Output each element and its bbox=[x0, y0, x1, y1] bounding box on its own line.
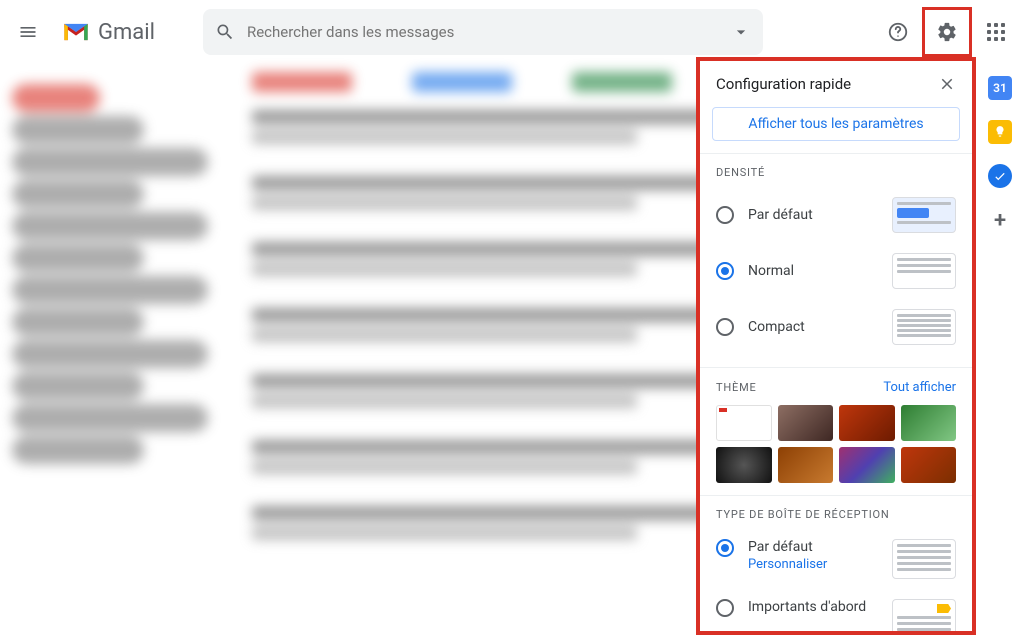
search-input[interactable] bbox=[247, 23, 719, 41]
menu-button[interactable] bbox=[8, 12, 48, 52]
inbox-option-default[interactable]: Par défaut Personnaliser bbox=[716, 529, 956, 589]
density-label-default: Par défaut bbox=[748, 207, 878, 223]
gmail-m-icon bbox=[62, 21, 90, 43]
theme-thumb-t7[interactable] bbox=[839, 447, 895, 483]
theme-section: THÈME Tout afficher bbox=[700, 367, 972, 495]
density-label: DENSITÉ bbox=[716, 166, 956, 179]
calendar-button[interactable]: 31 bbox=[988, 76, 1012, 100]
close-button[interactable] bbox=[938, 75, 956, 93]
density-option-default[interactable]: Par défaut bbox=[716, 187, 956, 243]
inbox-preview-important bbox=[892, 599, 956, 631]
density-label-compact: Compact bbox=[748, 319, 878, 335]
menu-icon bbox=[18, 22, 38, 42]
quick-settings-panel: Configuration rapide Afficher tous les p… bbox=[700, 61, 972, 631]
close-icon bbox=[938, 75, 956, 93]
all-settings-button[interactable]: Afficher tous les paramètres bbox=[712, 107, 960, 141]
inbox-label-default: Par défaut bbox=[748, 539, 878, 555]
quick-settings-highlight: Configuration rapide Afficher tous les p… bbox=[696, 57, 976, 635]
radio-inbox-default[interactable] bbox=[716, 539, 734, 557]
help-button[interactable] bbox=[878, 12, 918, 52]
inbox-customize-link[interactable]: Personnaliser bbox=[748, 557, 878, 572]
theme-thumb-t6[interactable] bbox=[778, 447, 834, 483]
inbox-label-important: Importants d'abord bbox=[748, 599, 878, 615]
radio-default[interactable] bbox=[716, 206, 734, 224]
theme-thumb-t2[interactable] bbox=[778, 405, 834, 441]
gear-icon bbox=[936, 21, 958, 43]
density-preview-compact bbox=[892, 309, 956, 345]
density-preview-normal bbox=[892, 253, 956, 289]
search-bar[interactable] bbox=[203, 9, 763, 55]
theme-view-all[interactable]: Tout afficher bbox=[883, 380, 956, 395]
gmail-logo[interactable]: Gmail bbox=[62, 20, 155, 45]
settings-highlight bbox=[922, 7, 972, 57]
radio-normal[interactable] bbox=[716, 262, 734, 280]
density-option-normal[interactable]: Normal bbox=[716, 243, 956, 299]
inbox-type-label: TYPE DE BOÎTE DE RÉCEPTION bbox=[716, 508, 956, 521]
addons-button[interactable]: + bbox=[988, 208, 1012, 232]
inbox-option-important[interactable]: Importants d'abord bbox=[716, 589, 956, 631]
right-sidebar: 31 + bbox=[976, 64, 1024, 638]
radio-inbox-important[interactable] bbox=[716, 599, 734, 617]
panel-title: Configuration rapide bbox=[716, 75, 851, 93]
theme-thumb-t5[interactable] bbox=[716, 447, 772, 483]
header: Gmail bbox=[0, 0, 1024, 64]
search-icon bbox=[215, 22, 235, 42]
theme-thumb-t3[interactable] bbox=[839, 405, 895, 441]
tasks-icon bbox=[993, 169, 1007, 183]
header-actions bbox=[878, 7, 1016, 57]
settings-button[interactable] bbox=[927, 12, 967, 52]
theme-thumb-t4[interactable] bbox=[901, 405, 957, 441]
apps-button[interactable] bbox=[976, 12, 1016, 52]
gmail-logo-text: Gmail bbox=[98, 20, 155, 45]
theme-thumb-t8[interactable] bbox=[901, 447, 957, 483]
search-options-icon[interactable] bbox=[731, 22, 751, 42]
tasks-button[interactable] bbox=[988, 164, 1012, 188]
help-icon bbox=[887, 21, 909, 43]
density-preview-default bbox=[892, 197, 956, 233]
density-section: DENSITÉ Par défaut Normal Compact bbox=[700, 153, 972, 367]
radio-compact[interactable] bbox=[716, 318, 734, 336]
inbox-preview-default bbox=[892, 539, 956, 579]
inbox-type-section: TYPE DE BOÎTE DE RÉCEPTION Par défaut Per… bbox=[700, 495, 972, 631]
density-label-normal: Normal bbox=[748, 263, 878, 279]
theme-thumb-t1[interactable] bbox=[716, 405, 772, 441]
keep-icon bbox=[993, 125, 1007, 139]
keep-button[interactable] bbox=[988, 120, 1012, 144]
theme-label: THÈME bbox=[716, 381, 757, 394]
apps-icon bbox=[987, 23, 1005, 41]
density-option-compact[interactable]: Compact bbox=[716, 299, 956, 355]
